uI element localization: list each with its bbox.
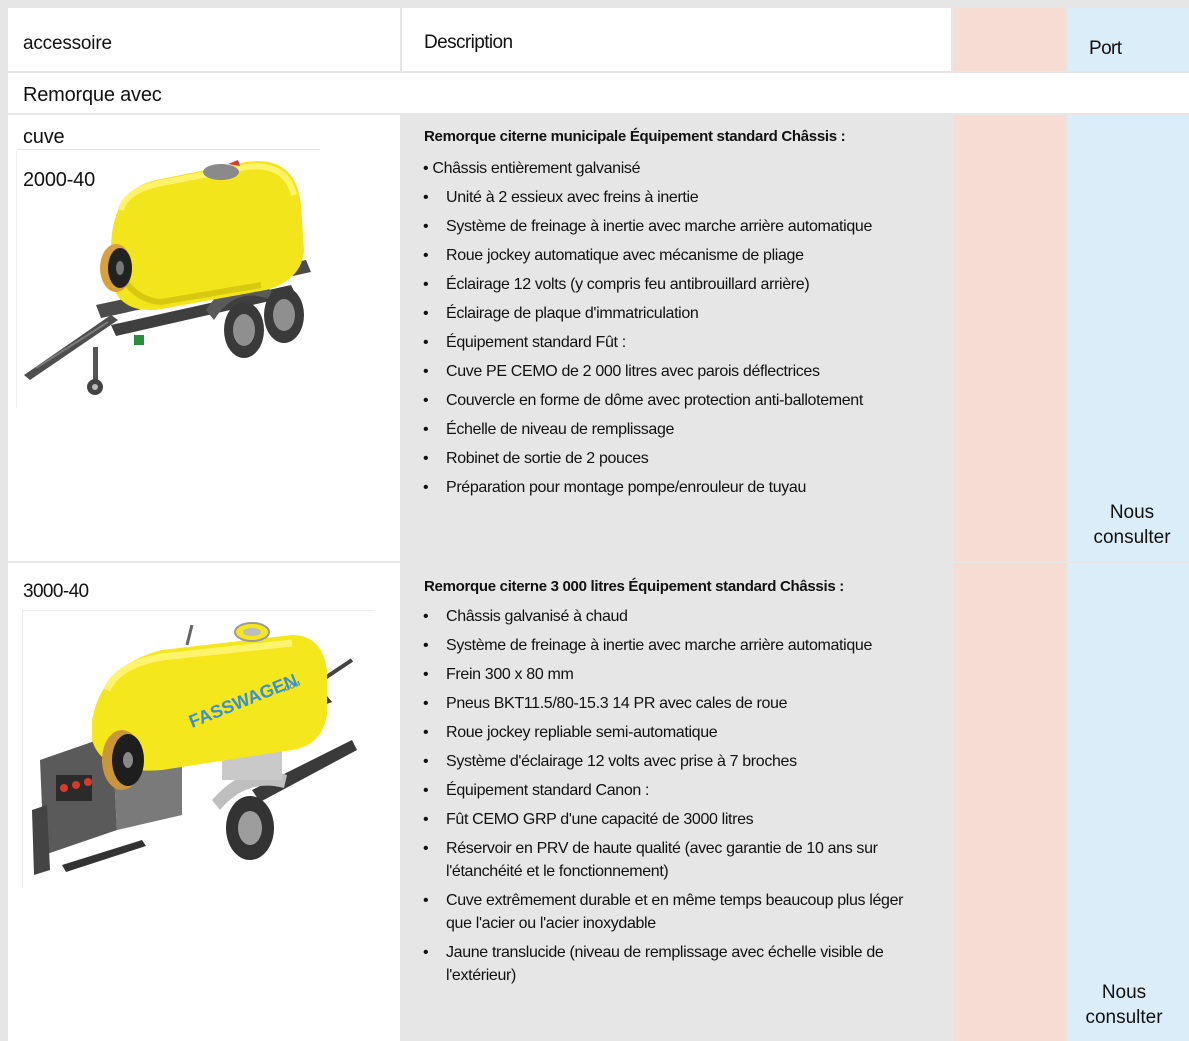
bullet-glyph: • — [423, 944, 429, 961]
list-item: • Châssis galvanisé à chaud — [423, 602, 928, 631]
list-item: • Couvercle en forme de dôme avec protect… — [423, 386, 943, 415]
list-item: • Équipement standard Canon : — [423, 776, 928, 805]
bullet-glyph: • — [423, 811, 429, 828]
spec-text: Échelle de niveau de remplissage — [446, 421, 675, 438]
list-item: • Châssis entièrement galvanisé — [423, 154, 943, 183]
list-item: • Éclairage 12 volts (y compris feu antib… — [423, 270, 943, 299]
bullet-glyph: • — [423, 392, 429, 409]
list-item: • Frein 300 x 80 mm — [423, 660, 928, 689]
spec-text: Châssis galvanisé à chaud — [446, 608, 628, 625]
list-item: • Système de freinage à inertie avec marc… — [423, 212, 943, 241]
product2-heading: Remorque citerne 3 000 litres Équipement… — [424, 578, 844, 595]
spec-text: Éclairage de plaque d'immatriculation — [446, 305, 699, 322]
bullet-glyph: • — [423, 247, 429, 264]
spec-text: Châssis entièrement galvanisé — [432, 160, 641, 177]
list-item: • Préparation pour montage pompe/enrouleu… — [423, 473, 943, 502]
bullet-glyph: • — [423, 160, 429, 177]
product1-spec-list: • Châssis entièrement galvanisé • Unité à… — [423, 154, 943, 502]
spec-text: Cuve extrêmement durable et en même temp… — [446, 892, 904, 932]
bullet-glyph: • — [423, 276, 429, 293]
spec-table: accessoire Description Port Remorque ave… — [0, 0, 1189, 1041]
product1-price-cell — [953, 115, 1066, 561]
list-item: • Cuve PE CEMO de 2 000 litres avec paroi… — [423, 357, 943, 386]
port-line-1: Nous — [1101, 982, 1147, 1003]
spec-text: Réservoir en PRV de haute qualité (avec … — [446, 840, 878, 880]
section-row — [8, 73, 1189, 113]
bullet-glyph: • — [423, 753, 429, 770]
product1-port-text: Nous consulter — [1072, 500, 1189, 550]
bullet-glyph: • — [423, 782, 429, 799]
list-item: • Équipement standard Fût : — [423, 328, 943, 357]
list-item: • Fût CEMO GRP d'une capacité de 3000 lit… — [423, 805, 928, 834]
list-item: • Cuve extrêmement durable et en même tem… — [423, 886, 928, 938]
bullet-glyph: • — [423, 189, 429, 206]
list-item: • Roue jockey automatique avec mécanisme … — [423, 241, 943, 270]
product1-port-cell — [1068, 115, 1189, 561]
list-item: • Robinet de sortie de 2 pouces — [423, 444, 943, 473]
bullet-glyph: • — [423, 421, 429, 438]
spec-text: Système de freinage à inertie avec march… — [446, 637, 872, 654]
bullet-glyph: • — [423, 637, 429, 654]
product2-trailer-image: FASSWAGEN .COM — [22, 610, 374, 888]
list-item: • Réservoir en PRV de haute qualité (avec… — [423, 834, 928, 886]
product2-spec-list: • Châssis galvanisé à chaud • Système de f… — [423, 602, 928, 990]
bullet-glyph: • — [423, 892, 429, 909]
bullet-glyph: • — [423, 840, 429, 857]
header-description: Description — [424, 32, 513, 53]
bullet-glyph: • — [423, 724, 429, 741]
bullet-glyph: • — [423, 479, 429, 496]
product1-trailer-image — [16, 150, 311, 408]
bullet-glyph: • — [423, 305, 429, 322]
product1-label-cuve: cuve — [23, 126, 65, 148]
spec-text: Cuve PE CEMO de 2 000 litres avec parois… — [446, 363, 820, 380]
list-item: • Système de freinage à inertie avec marc… — [423, 631, 928, 660]
spec-text: Unité à 2 essieux avec freins à inertie — [446, 189, 699, 206]
spec-text: Équipement standard Fût : — [446, 334, 626, 351]
product2-port-text: Nous consulter — [1064, 980, 1184, 1030]
spec-text: Fût CEMO GRP d'une capacité de 3000 litr… — [446, 811, 754, 828]
list-item: • Unité à 2 essieux avec freins à inertie — [423, 183, 943, 212]
product2-port-cell — [1068, 563, 1189, 1041]
list-item: • Jaune translucide (niveau de remplissag… — [423, 938, 928, 990]
spec-text: Roue jockey repliable semi-automatique — [446, 724, 718, 741]
list-item: • Système d'éclairage 12 volts avec prise… — [423, 747, 928, 776]
port-line-2: consulter — [1085, 1007, 1163, 1028]
spec-text: Éclairage 12 volts (y compris feu antibr… — [446, 276, 810, 293]
header-accessoire: accessoire — [23, 33, 112, 54]
spec-text: Couvercle en forme de dôme avec protecti… — [446, 392, 863, 409]
spec-text: Robinet de sortie de 2 pouces — [446, 450, 649, 467]
bullet-glyph: • — [423, 695, 429, 712]
product2-label-model: 3000-40 — [23, 581, 89, 602]
spec-text: Équipement standard Canon : — [446, 782, 650, 799]
list-item: • Éclairage de plaque d'immatriculation — [423, 299, 943, 328]
spec-text: Préparation pour montage pompe/enrouleur… — [446, 479, 806, 496]
spec-text: Frein 300 x 80 mm — [446, 666, 574, 683]
bullet-glyph: • — [423, 666, 429, 683]
spec-text: Système de freinage à inertie avec march… — [446, 218, 872, 235]
bullet-glyph: • — [423, 218, 429, 235]
bullet-glyph: • — [423, 334, 429, 351]
bullet-glyph: • — [423, 450, 429, 467]
spec-text: Pneus BKT11.5/80-15.3 14 PR avec cales d… — [446, 695, 788, 712]
spec-text: Système d'éclairage 12 volts avec prise … — [446, 753, 797, 770]
port-line-1: Nous — [1109, 502, 1155, 523]
spec-text: Roue jockey automatique avec mécanisme d… — [446, 247, 804, 264]
list-item: • Pneus BKT11.5/80-15.3 14 PR avec cales … — [423, 689, 928, 718]
product1-heading: Remorque citerne municipale Équipement s… — [424, 128, 846, 145]
header-port: Port — [1089, 38, 1122, 59]
port-line-2: consulter — [1093, 527, 1171, 548]
section-title: Remorque avec — [23, 84, 162, 106]
spec-text: Jaune translucide (niveau de remplissage… — [446, 944, 884, 984]
header-cell-port — [1068, 8, 1189, 71]
list-item: • Roue jockey repliable semi-automatique — [423, 718, 928, 747]
bullet-glyph: • — [423, 608, 429, 625]
bullet-glyph: • — [423, 363, 429, 380]
product2-price-cell — [953, 563, 1066, 1041]
header-cell-price — [953, 8, 1066, 71]
list-item: • Échelle de niveau de remplissage — [423, 415, 943, 444]
